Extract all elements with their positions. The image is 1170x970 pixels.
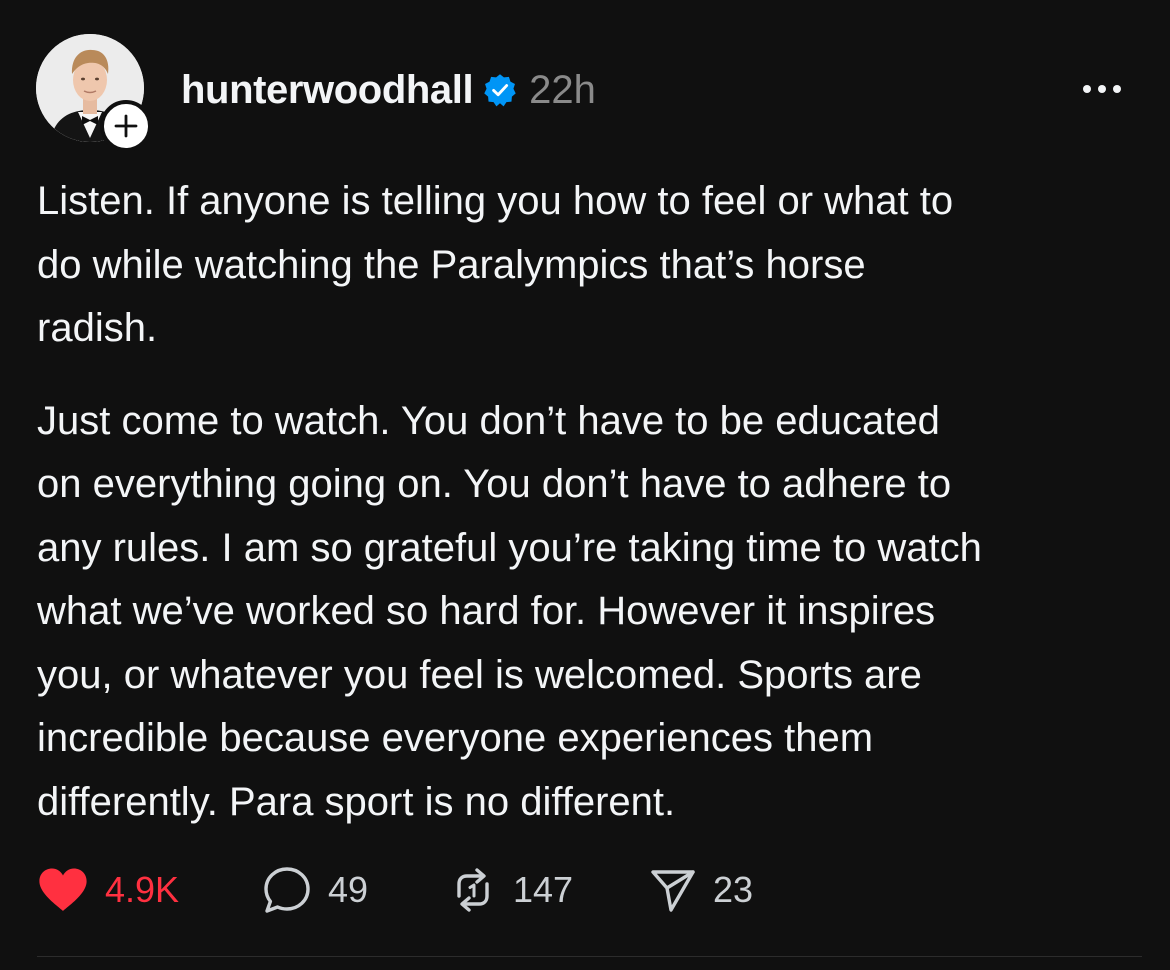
repost-icon [457,868,489,912]
repost-count: 147 [513,869,574,910]
more-options-button[interactable] [1078,76,1126,102]
post-paragraph: Just come to watch. You don’t have to be… [37,398,982,824]
verified-badge-icon [484,74,516,107]
more-horizontal-icon [1083,85,1121,93]
author-username[interactable]: hunterwoodhall [181,68,474,113]
like-count: 4.9K [105,869,180,910]
post-timestamp: 22h [529,67,596,112]
share-button[interactable]: 23 [649,862,753,918]
follow-button[interactable] [100,100,152,152]
author-avatar-group[interactable] [36,34,152,152]
post-paragraph: Listen. If anyone is telling you how to … [37,179,954,350]
share-count: 23 [713,869,754,910]
repost-button[interactable]: 147 [449,862,573,918]
divider [37,956,1142,957]
post-body: Listen. If anyone is telling you how to … [37,170,1142,834]
reply-count: 49 [328,869,369,910]
reply-button[interactable]: 49 [262,862,368,918]
plus-icon [114,114,138,138]
post-actions: 4.9K 49 147 23 [37,862,937,918]
post-header: hunterwoodhall 22h [181,64,596,116]
threads-post: hunterwoodhall 22h Listen. If anyone is … [0,0,1170,970]
heart-icon [39,868,87,911]
send-icon [651,870,695,912]
like-button[interactable]: 4.9K [37,862,179,918]
comment-icon [264,867,310,913]
